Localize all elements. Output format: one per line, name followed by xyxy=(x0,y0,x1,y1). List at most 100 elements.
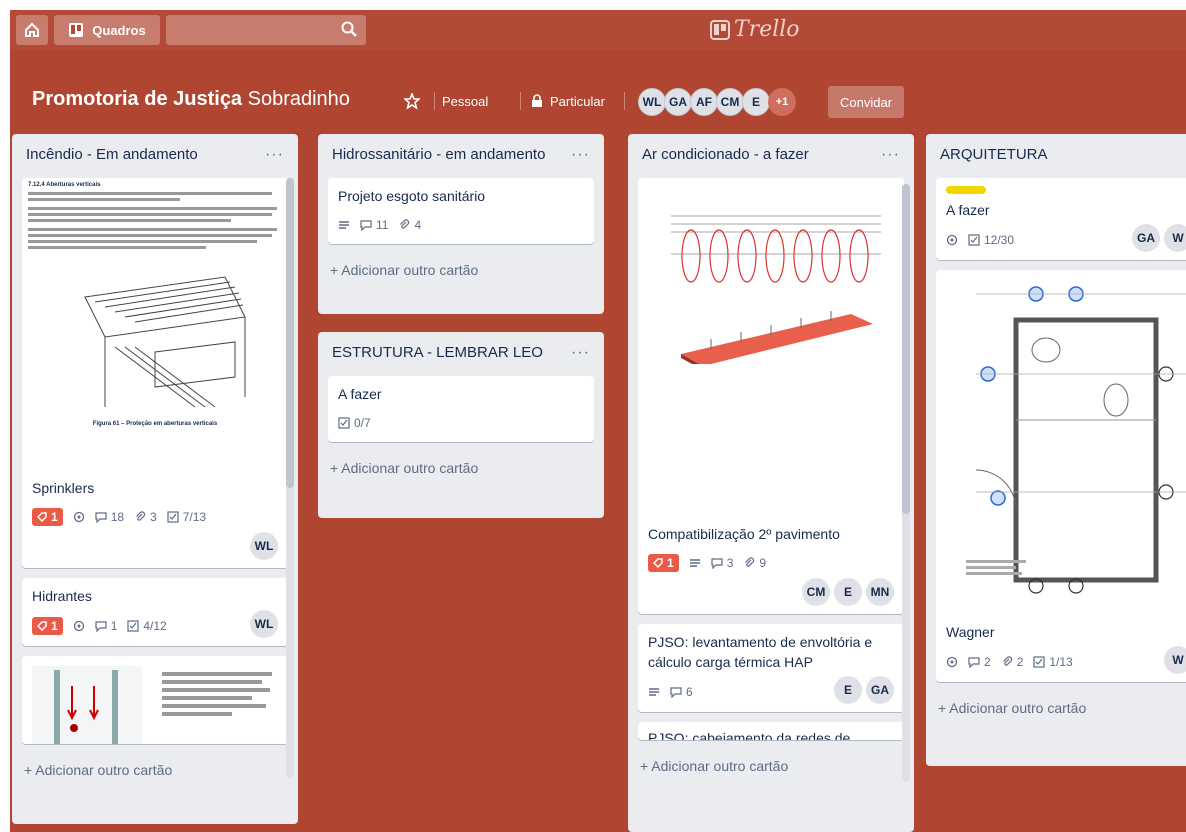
member-avatar[interactable]: W xyxy=(1164,224,1186,252)
label-yellow[interactable] xyxy=(946,186,986,194)
list-header[interactable]: Hidrossanitário - em andamento ··· xyxy=(318,134,604,178)
search-input[interactable] xyxy=(166,15,366,45)
card-title: A fazer xyxy=(338,386,382,402)
comments-badge: 6 xyxy=(670,685,693,699)
boards-button[interactable]: Quadros xyxy=(54,15,160,45)
doc-figure-illustration xyxy=(84,276,246,408)
comment-icon xyxy=(95,512,107,523)
checklist-icon xyxy=(167,511,179,523)
comments-count: 11 xyxy=(376,218,389,232)
eye-icon xyxy=(946,656,958,668)
attachments-count: 3 xyxy=(150,510,157,524)
checklist-badge: 7/13 xyxy=(167,510,206,524)
list-header[interactable]: Ar condicionado - a fazer ··· xyxy=(628,134,914,178)
member-avatar[interactable]: CM xyxy=(716,88,744,116)
description-badge xyxy=(648,686,660,698)
priority-badge: 1 xyxy=(32,508,63,526)
list-menu-button[interactable]: ··· xyxy=(571,344,590,362)
member-avatar[interactable]: WL xyxy=(638,88,666,116)
add-card-button[interactable]: + Adicionar outro cartão xyxy=(926,692,1186,728)
card-badges: 2 2 1/13 xyxy=(946,651,1073,673)
checklist-count: 12/30 xyxy=(984,233,1015,247)
member-avatar[interactable]: GA xyxy=(1132,224,1160,252)
list-header[interactable]: ESTRUTURA - LEMBRAR LEO ··· xyxy=(318,332,604,376)
card-badges: 1 1 4/12 xyxy=(32,615,167,637)
team-visibility-label: Pessoal xyxy=(442,93,489,109)
card-compatibilizacao[interactable]: Compatibilização 2º pavimento 1 3 9 CM E… xyxy=(638,178,904,614)
paperclip-icon xyxy=(1002,656,1012,666)
member-avatar[interactable]: E xyxy=(834,676,862,704)
trello-logo[interactable]: Trello xyxy=(710,17,800,42)
description-icon xyxy=(339,221,349,229)
add-card-button[interactable]: + Adicionar outro cartão xyxy=(628,750,914,786)
scrollbar[interactable] xyxy=(286,178,294,778)
board-title-bold: Promotoria de Justiça xyxy=(32,88,243,110)
checklist-count: 4/12 xyxy=(143,619,167,633)
checklist-badge: 0/7 xyxy=(338,416,371,430)
list-title: Incêndio - Em andamento xyxy=(26,146,198,163)
card-a-fazer[interactable]: A fazer 0/7 xyxy=(328,376,594,442)
scrollbar[interactable] xyxy=(902,184,910,782)
home-button[interactable] xyxy=(16,15,48,45)
card-pjso-envoltoria[interactable]: PJSO: levantamento de envoltória e cálcu… xyxy=(638,624,904,712)
member-avatar[interactable]: E xyxy=(742,88,770,116)
member-avatar[interactable]: GA xyxy=(664,88,692,116)
list-header[interactable]: Incêndio - Em andamento ··· xyxy=(12,134,298,178)
member-avatar[interactable]: WL xyxy=(250,532,278,560)
trello-app: Quadros Trello Promotoria de Justiça Sob… xyxy=(10,10,1186,832)
card-wagner[interactable]: Wagner 2 2 1/13 W xyxy=(936,270,1186,682)
board-title[interactable]: Promotoria de Justiça Sobradinho xyxy=(32,88,350,111)
description-badge xyxy=(689,557,701,569)
invite-button[interactable]: Convidar xyxy=(828,86,904,118)
doc-caption: Figura 61 – Proteção em aberturas vertic… xyxy=(92,421,218,427)
card-hidrantes[interactable]: Hidrantes 1 1 4/12 WL xyxy=(22,578,288,646)
card-cover-document: 7.12.4 Aberturas verticais Figura 61 – P… xyxy=(22,178,288,470)
add-card-button[interactable]: + Adicionar outro cartão xyxy=(12,754,298,790)
member-avatar[interactable]: MN xyxy=(866,578,894,606)
divider xyxy=(434,92,435,110)
list-menu-button[interactable]: ··· xyxy=(881,146,900,164)
member-avatar[interactable]: WL xyxy=(250,610,278,638)
team-visibility-button[interactable]: Pessoal xyxy=(442,88,488,114)
card-members: E GA xyxy=(834,676,894,704)
card-image-preview[interactable] xyxy=(22,656,288,744)
add-card-button[interactable]: + Adicionar outro cartão xyxy=(318,452,604,488)
paperclip-icon xyxy=(136,511,146,521)
card-cover-image xyxy=(22,656,288,744)
scrollbar-thumb[interactable] xyxy=(286,178,294,488)
card-pjso-cabeamento[interactable]: PJSO: cabeiamento da redes de ... xyxy=(638,722,904,740)
member-avatar[interactable]: E xyxy=(834,578,862,606)
member-avatar[interactable]: AF xyxy=(690,88,718,116)
comments-badge: 11 xyxy=(360,218,388,232)
star-button[interactable] xyxy=(404,88,420,114)
privacy-button[interactable]: Particular xyxy=(530,88,605,114)
eye-icon xyxy=(946,234,958,246)
attachments-count: 2 xyxy=(1016,655,1024,669)
member-avatar[interactable]: W xyxy=(1164,646,1186,674)
list-incendio: Incêndio - Em andamento ··· 7.12.4 Abert… xyxy=(12,134,298,824)
scrollbar-thumb[interactable] xyxy=(902,184,910,514)
attachments-badge: 9 xyxy=(743,556,766,570)
comment-icon xyxy=(670,687,682,698)
comments-count: 18 xyxy=(110,510,125,524)
hvac-drawing-image xyxy=(671,215,881,364)
add-card-button[interactable]: + Adicionar outro cartão xyxy=(318,254,604,290)
member-avatar[interactable]: CM xyxy=(802,578,830,606)
list-ar-condicionado: Ar condicionado - a fazer ··· Compatibil… xyxy=(628,134,914,832)
more-members-badge[interactable]: +1 xyxy=(768,88,796,116)
card-members: GA W xyxy=(1132,224,1186,252)
list-header[interactable]: ARQUITETURA xyxy=(926,134,1186,178)
list-menu-button[interactable]: ··· xyxy=(265,146,284,164)
checklist-icon xyxy=(1033,656,1045,668)
card-title: Wagner xyxy=(946,624,995,640)
doc-text-lines xyxy=(28,192,282,249)
card-badges: 0/7 xyxy=(338,412,584,434)
trello-logo-icon xyxy=(710,19,730,40)
list-menu-button[interactable]: ··· xyxy=(571,146,590,164)
member-avatar[interactable]: GA xyxy=(866,676,894,704)
card-sprinklers[interactable]: 7.12.4 Aberturas verticais Figura 61 – P… xyxy=(22,178,288,568)
attachments-badge: 2 xyxy=(1001,655,1024,669)
card-projeto-esgoto[interactable]: Projeto esgoto sanitário 11 4 xyxy=(328,178,594,244)
tag-icon xyxy=(37,512,47,522)
card-a-fazer-arq[interactable]: A fazer 12/30 GA W xyxy=(936,178,1186,260)
